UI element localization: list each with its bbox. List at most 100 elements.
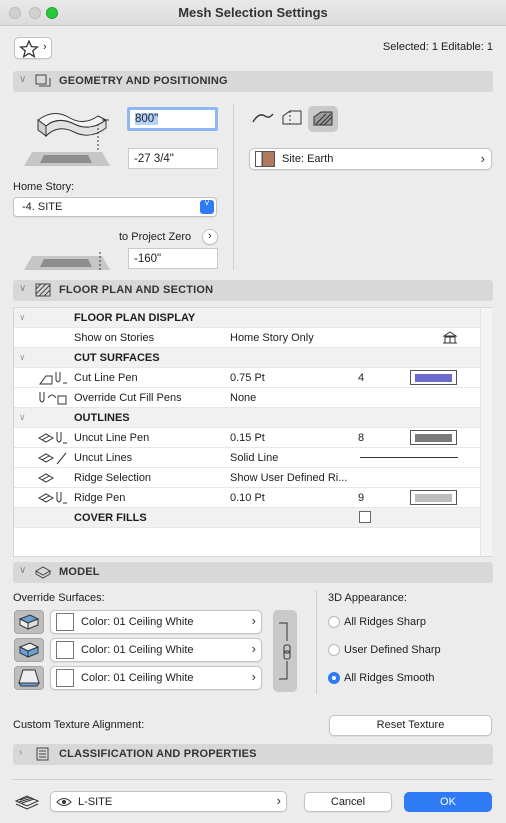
uncut-lines-icon bbox=[38, 452, 67, 465]
side-surface-icon bbox=[18, 642, 40, 658]
cancel-label: Cancel bbox=[330, 796, 366, 808]
floor-plan-section-header[interactable]: ∨ FLOOR PLAN AND SECTION bbox=[13, 280, 493, 301]
chevron-down-icon: ∨ bbox=[19, 312, 26, 322]
cancel-button[interactable]: Cancel bbox=[304, 792, 392, 812]
row-value: Home Story Only bbox=[230, 332, 314, 344]
chevron-down-icon: ∨ bbox=[19, 412, 26, 422]
material-swatch-icon bbox=[255, 151, 275, 167]
pen-swatch[interactable] bbox=[410, 370, 457, 385]
table-row[interactable]: Ridge Selection Show User Defined Ri... bbox=[14, 468, 480, 488]
floor-plan-icon bbox=[35, 283, 51, 297]
floor-plan-table: ∨ FLOOR PLAN DISPLAY Show on Stories Hom… bbox=[13, 307, 492, 557]
section-title: GEOMETRY AND POSITIONING bbox=[59, 75, 228, 87]
row-label: FLOOR PLAN DISPLAY bbox=[74, 312, 196, 324]
table-row[interactable]: Show on Stories Home Story Only bbox=[14, 328, 480, 348]
surface-material-select[interactable]: Site: Earth › bbox=[249, 148, 492, 170]
bottom-surface-button[interactable] bbox=[14, 666, 44, 690]
thickness-input[interactable]: 800" bbox=[127, 107, 218, 131]
pen-swatch[interactable] bbox=[410, 430, 457, 445]
home-story-value: -4. SITE bbox=[22, 201, 63, 213]
chevron-down-icon: ∨ bbox=[19, 283, 27, 294]
top-surface-select[interactable]: Color: 01 Ceiling White › bbox=[50, 610, 262, 634]
user-defined-sharp-radio[interactable] bbox=[328, 644, 340, 656]
all-ridges-sharp-radio[interactable] bbox=[328, 616, 340, 628]
table-scrollbar[interactable] bbox=[480, 308, 492, 556]
select-stepper-icon: ˅ bbox=[200, 199, 214, 214]
pen-number: 4 bbox=[358, 372, 365, 384]
table-row[interactable]: Cut Line Pen 0.75 Pt 4 bbox=[14, 368, 480, 388]
top-surface-button[interactable] bbox=[14, 610, 44, 634]
project-zero-input[interactable]: -160" bbox=[128, 248, 218, 269]
color-swatch bbox=[56, 641, 74, 659]
row-value: Solid Line bbox=[230, 452, 279, 464]
table-group-header[interactable]: COVER FILLS bbox=[14, 508, 480, 528]
surface-material-label: Site: Earth bbox=[282, 153, 334, 165]
override-surfaces-label: Override Surfaces: bbox=[13, 592, 105, 604]
ok-button[interactable]: OK bbox=[404, 792, 492, 812]
line-type-preview bbox=[360, 457, 458, 458]
table-row[interactable]: Ridge Pen 0.10 Pt 9 bbox=[14, 488, 480, 508]
appearance-label: 3D Appearance: bbox=[328, 592, 407, 604]
bottom-surface-select[interactable]: Color: 01 Ceiling White › bbox=[50, 666, 262, 690]
surface-label: Color: 01 Ceiling White bbox=[81, 616, 194, 628]
model-icon bbox=[35, 566, 51, 579]
color-swatch bbox=[56, 669, 74, 687]
row-label: Uncut Lines bbox=[74, 452, 133, 464]
solid-body-button[interactable] bbox=[308, 106, 338, 132]
project-zero-plane-icon bbox=[24, 252, 110, 270]
table-group-header[interactable]: ∨ FLOOR PLAN DISPLAY bbox=[14, 308, 480, 328]
row-label: Ridge Pen bbox=[74, 492, 126, 504]
cover-fills-checkbox[interactable] bbox=[359, 511, 371, 523]
ridge-selection-icon bbox=[38, 473, 55, 483]
custom-texture-label: Custom Texture Alignment: bbox=[13, 719, 145, 731]
window-title: Mesh Selection Settings bbox=[178, 5, 328, 20]
side-walls-icon[interactable] bbox=[280, 108, 304, 128]
bottom-surface-icon bbox=[18, 669, 40, 687]
reset-texture-label: Reset Texture bbox=[376, 719, 445, 731]
pen-number: 9 bbox=[358, 492, 365, 504]
surface-chain-button[interactable] bbox=[273, 610, 297, 692]
star-icon bbox=[19, 40, 39, 58]
color-swatch bbox=[56, 613, 74, 631]
surface-only-icon[interactable] bbox=[251, 108, 275, 128]
chevron-right-icon: › bbox=[276, 793, 281, 808]
row-label: Cut Line Pen bbox=[74, 372, 138, 384]
ok-label: OK bbox=[440, 796, 456, 808]
row-label: OUTLINES bbox=[74, 412, 130, 424]
layer-select[interactable]: L-SITE › bbox=[50, 791, 287, 812]
geometry-section-header[interactable]: ∨ GEOMETRY AND POSITIONING bbox=[13, 71, 493, 92]
chain-link-icon bbox=[279, 622, 291, 680]
table-group-header[interactable]: ∨ CUT SURFACES bbox=[14, 348, 480, 368]
reset-texture-button[interactable]: Reset Texture bbox=[329, 715, 492, 736]
home-story-select[interactable]: -4. SITE ˅ bbox=[13, 197, 217, 217]
chevron-right-icon: › bbox=[43, 41, 47, 53]
table-row[interactable]: Override Cut Fill Pens None bbox=[14, 388, 480, 408]
surface-label: Color: 01 Ceiling White bbox=[81, 644, 194, 656]
table-row[interactable]: Uncut Line Pen 0.15 Pt 8 bbox=[14, 428, 480, 448]
model-section-header[interactable]: ∨ MODEL bbox=[13, 562, 493, 583]
row-value: Show User Defined Ri... bbox=[230, 472, 348, 484]
user-defined-sharp-label[interactable]: User Defined Sharp bbox=[344, 644, 441, 656]
all-ridges-sharp-label[interactable]: All Ridges Sharp bbox=[344, 616, 426, 628]
all-ridges-smooth-radio[interactable] bbox=[328, 672, 340, 684]
layer-icon bbox=[14, 795, 40, 810]
chevron-right-icon: › bbox=[208, 230, 212, 242]
classification-section-header[interactable]: › CLASSIFICATION AND PROPERTIES bbox=[13, 744, 493, 765]
offset-input[interactable]: -27 3/4" bbox=[128, 148, 218, 169]
table-group-header[interactable]: ∨ OUTLINES bbox=[14, 408, 480, 428]
pen-swatch[interactable] bbox=[410, 490, 457, 505]
chevron-down-icon: ∨ bbox=[19, 74, 27, 85]
top-surface-icon bbox=[18, 614, 40, 630]
table-row[interactable]: Uncut Lines Solid Line bbox=[14, 448, 480, 468]
project-zero-menu-button[interactable]: › bbox=[202, 229, 218, 245]
section-title: MODEL bbox=[59, 566, 100, 578]
section-title: CLASSIFICATION AND PROPERTIES bbox=[59, 748, 257, 760]
divider bbox=[233, 104, 234, 270]
side-surface-button[interactable] bbox=[14, 638, 44, 662]
chevron-right-icon: › bbox=[251, 613, 256, 628]
favorites-button[interactable]: › bbox=[14, 37, 52, 59]
row-value: 0.10 Pt bbox=[230, 492, 265, 504]
eye-icon bbox=[56, 798, 72, 806]
side-surface-select[interactable]: Color: 01 Ceiling White › bbox=[50, 638, 262, 662]
all-ridges-smooth-label[interactable]: All Ridges Smooth bbox=[344, 672, 435, 684]
